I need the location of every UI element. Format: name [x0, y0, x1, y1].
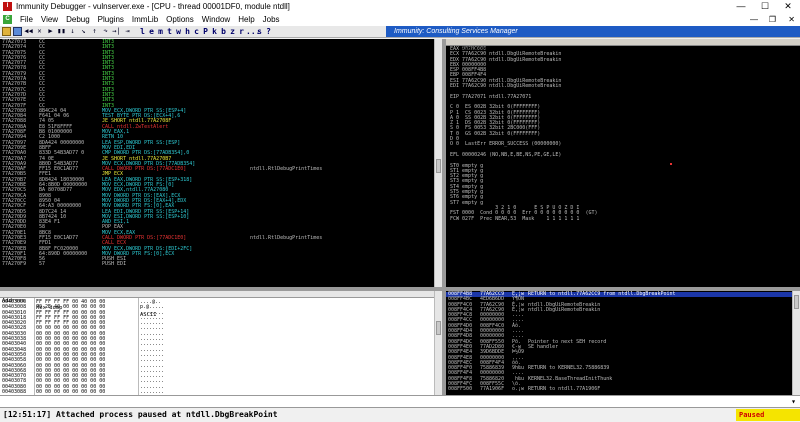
status-message: [12:51:17] Attached process paused at nt… — [3, 410, 278, 419]
toolbar-letter-10[interactable]: z — [228, 27, 237, 36]
disassembly-pane[interactable]: 77A27073 CC INT3 77A27074 CC INT3 77A27075 CC IN… — [0, 39, 434, 287]
pause-icon[interactable]: ▮▮ — [57, 27, 66, 36]
run-icon[interactable]: ▶ — [46, 27, 55, 36]
menu-debug[interactable]: Debug — [62, 13, 94, 26]
stack-scrollbar[interactable] — [792, 291, 800, 395]
trace-over-icon[interactable]: ↷ — [101, 27, 110, 36]
menu-immlib[interactable]: ImmLib — [128, 13, 162, 26]
toolbar-letter-7[interactable]: P — [201, 27, 210, 36]
dump-scroll-thumb[interactable] — [436, 321, 441, 335]
disasm-row[interactable]: 77A270F9 57 PUSH EDI — [0, 261, 434, 268]
registers-header-label: Registers (FPU) — [461, 46, 511, 52]
menu-window[interactable]: Window — [198, 13, 234, 26]
command-history-dropdown[interactable]: ▾ — [791, 397, 796, 406]
close-process-icon[interactable]: ✕ — [35, 27, 44, 36]
app-icon: I — [3, 2, 12, 11]
title-bar: I Immunity Debugger - vulnserver.exe - [… — [0, 0, 800, 13]
disassembly-scrollbar[interactable] — [434, 39, 442, 287]
menu-plugins[interactable]: Plugins — [94, 13, 128, 26]
command-input[interactable] — [2, 397, 782, 406]
toolbar-letter-9[interactable]: b — [219, 27, 228, 36]
close-button[interactable]: ✕ — [777, 0, 799, 13]
toolbar-letter-8[interactable]: k — [210, 27, 219, 36]
dump-scrollbar[interactable] — [434, 291, 442, 395]
window-title: Immunity Debugger - vulnserver.exe - [CP… — [16, 2, 290, 11]
stack-ascii: o.¡w — [512, 386, 525, 393]
consulting-banner[interactable]: Immunity: Consulting Services Manager — [386, 26, 800, 37]
maximize-button[interactable]: ☐ — [754, 0, 776, 13]
stack-comment: RETURN to ntdll.77A1906F — [528, 386, 601, 393]
toolbar-letter-14[interactable]: ? — [264, 27, 273, 36]
restart-icon[interactable] — [13, 27, 22, 36]
status-bar: [12:51:17] Attached process paused at nt… — [0, 407, 800, 422]
step-into-icon[interactable]: ↓ — [68, 27, 77, 36]
stack-value: 77A1906F — [480, 386, 505, 393]
window-letter-buttons: l e m t w h c Pk b z r... s? — [138, 27, 273, 36]
dump-header: Address Hex dump ASCII — [0, 291, 434, 318]
dump-pane[interactable]: Address Hex dump ASCII 00403000 FF FF FF … — [0, 291, 434, 395]
toolbar-letter-13[interactable]: s — [255, 27, 264, 36]
disasm-instruction: PUSH EDI — [102, 261, 127, 268]
minimize-button[interactable]: — — [730, 0, 752, 13]
disasm-address: 77A270F9 — [2, 261, 27, 268]
toolbar-letter-4[interactable]: w — [174, 27, 183, 36]
menu-help[interactable]: Help — [234, 13, 258, 26]
menu-options[interactable]: Options — [162, 13, 198, 26]
disasm-hex: 57 — [39, 261, 46, 268]
disassembly-scroll-thumb[interactable] — [436, 159, 441, 173]
execute-till-return-icon[interactable]: →| — [112, 27, 121, 36]
rewind-icon[interactable]: ◀◀ — [24, 27, 33, 36]
toolbar-letter-0[interactable]: l — [138, 27, 147, 36]
menu-view[interactable]: View — [37, 13, 62, 26]
debug-state-badge: Paused — [736, 409, 800, 421]
cpu-window-icon[interactable]: C — [3, 15, 12, 24]
toolbar: ◀◀ ✕ ▶ ▮▮ ↓ ↘ ↑ ↷ →| ⇥ l e m t w h c Pk b z r... s? Immunity… — [0, 26, 800, 38]
cursor-marker — [670, 163, 672, 165]
stack-scroll-thumb[interactable] — [794, 295, 799, 309]
register-line[interactable]: FCW 027F Prec NEAR,53 Mask 1 1 1 1 1 1 — [446, 216, 800, 222]
mdi-restore-button[interactable]: ❐ — [769, 13, 776, 26]
goto-icon[interactable]: ⇥ — [123, 27, 132, 36]
registers-pane[interactable]: Registers (FPU) < < < < < < < < EAX 002B… — [446, 39, 800, 287]
mdi-minimize-button[interactable]: — — [750, 13, 758, 26]
trace-into-icon[interactable]: ↑ — [90, 27, 99, 36]
menu-file[interactable]: File — [16, 13, 37, 26]
command-bar: ▾ — [0, 395, 800, 407]
menu-items: File View Debug Plugins ImmLib Options Window H… — [16, 13, 284, 26]
toolbar-letter-5[interactable]: h — [183, 27, 192, 36]
menu-jobs[interactable]: Jobs — [259, 13, 284, 26]
toolbar-letter-1[interactable]: e — [147, 27, 156, 36]
open-folder-icon[interactable] — [2, 27, 11, 36]
toolbar-letter-11[interactable]: r — [237, 27, 246, 36]
toolbar-letter-12[interactable]: ... — [246, 27, 260, 36]
menu-bar: C File View Debug Plugins ImmLib Options Windo… — [0, 13, 800, 26]
registers-header-arrows[interactable]: < < < < < < < < — [596, 53, 669, 60]
stack-address: 008FF500 — [448, 386, 473, 393]
registers-header[interactable]: Registers (FPU) < < < < < < < < — [446, 39, 800, 59]
stack-row[interactable]: 008FF500 77A1906F o.¡w RETURN to ntdll.77A1… — [446, 386, 792, 393]
mdi-close-button[interactable]: ✕ — [788, 13, 795, 26]
stack-pane[interactable]: 008FF4B8 77A62CC9 É,¦w RETURN to ntdll.77A6… — [446, 291, 792, 395]
toolbar-letter-2[interactable]: m — [156, 27, 165, 36]
debug-buttons: ◀◀ ✕ ▶ ▮▮ ↓ ↘ ↑ ↷ →| ⇥ — [22, 27, 132, 36]
step-over-icon[interactable]: ↘ — [79, 27, 88, 36]
toolbar-letter-3[interactable]: t — [165, 27, 174, 36]
toolbar-letter-6[interactable]: c — [192, 27, 201, 36]
